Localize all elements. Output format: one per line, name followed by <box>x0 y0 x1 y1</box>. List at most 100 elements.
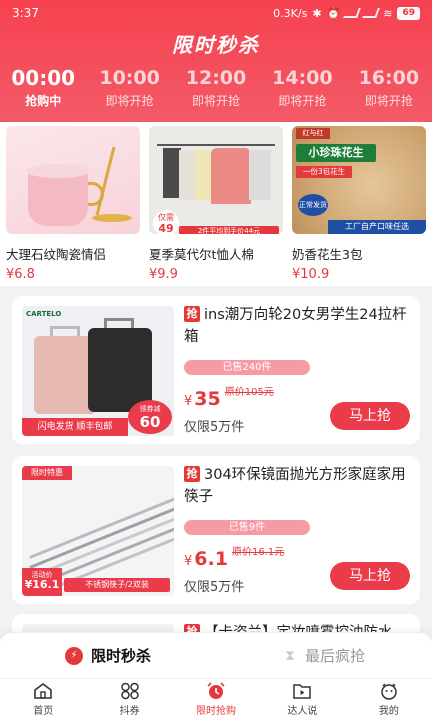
shipping-tag: 正常发货 <box>298 194 328 216</box>
slot-status: 即将开抢 <box>105 94 154 108</box>
slot-status: 抢购中 <box>25 94 62 108</box>
tab-last-rush[interactable]: ⧗ 最后疯抢 <box>216 633 432 678</box>
hourglass-icon: ⧗ <box>285 647 295 664</box>
coupon-value: 60 <box>139 413 161 431</box>
bottom-nav: 首页 抖券 限时抢购 达人说 我的 <box>0 678 432 720</box>
price-value: 6.1 <box>194 548 228 570</box>
brand-label: 红与红 <box>296 128 330 139</box>
battery-icon: 69 <box>397 6 420 20</box>
deal-card[interactable]: CARTELO 闪电发货 顺丰包邮 领券减 60 抢 ins潮万向轮20女男学生2… <box>12 296 420 444</box>
tab-label: 最后疯抢 <box>304 647 365 665</box>
nav-flash-buy[interactable]: 限时抢购 <box>173 679 259 720</box>
price-sticker-caption: 2件平均到手价44元 <box>179 226 279 234</box>
image-price: ¥16.1 <box>24 578 60 591</box>
featured-name: 大理石纹陶瓷情侣 <box>6 247 107 262</box>
slot-time: 00:00 <box>11 66 76 90</box>
nav-label: 限时抢购 <box>196 706 237 717</box>
status-icons: 0.3K/s ✱ ⏰ ≋ 69 <box>273 6 420 20</box>
original-price: 原价105元 <box>224 387 274 398</box>
featured-item[interactable]: 仅需 49 2件平均到手价44元 夏季莫代尔t恤人棉 ¥9.9 <box>149 126 283 286</box>
featured-price: ¥10.9 <box>292 267 330 282</box>
tshirt-image: 仅需 49 2件平均到手价44元 <box>149 126 283 234</box>
nav-coupons[interactable]: 抖券 <box>86 679 172 720</box>
corner-label: 限时特惠 <box>22 466 72 480</box>
qiang-badge: 抢 <box>184 306 200 322</box>
mug-image <box>6 126 140 234</box>
slot-time: 16:00 <box>358 67 420 89</box>
product-banner: 小珍珠花生 <box>296 144 376 162</box>
coupon-grid-icon <box>120 682 139 700</box>
featured-name: 奶香花生3包 <box>292 247 363 262</box>
peanut-image: 红与红 小珍珠花生 一份3包花生 正常发货 工厂自产口味任选 <box>292 126 426 234</box>
promo-label: 一份3包花生 <box>296 166 352 178</box>
image-caption: 不锈钢筷子/2双装 <box>64 578 170 592</box>
tab-flash-sale[interactable]: ⚡ 限时秒杀 <box>0 633 216 678</box>
signal-icon <box>343 8 362 18</box>
featured-item[interactable]: 大理石纹陶瓷情侣 ¥6.8 <box>6 126 140 286</box>
time-slot-1400[interactable]: 14:00 即将开抢 <box>259 66 345 109</box>
deal-price: ¥35 <box>184 388 221 410</box>
flash-icon: ⚡ <box>64 646 83 665</box>
time-slot-1200[interactable]: 12:00 即将开抢 <box>173 66 259 109</box>
tab-label: 限时秒杀 <box>90 647 151 665</box>
brand-logo: CARTELO <box>26 310 62 318</box>
nav-label: 达人说 <box>287 706 318 717</box>
sale-mode-tabs: ⚡ 限时秒杀 ⧗ 最后疯抢 <box>0 632 432 678</box>
sold-progress-bar: 已售9件 <box>184 520 310 535</box>
chopsticks-image: 限时特惠 活动价 ¥16.1 不锈钢筷子/2双装 <box>22 466 174 596</box>
nav-influencer[interactable]: 达人说 <box>259 679 345 720</box>
featured-price: ¥6.8 <box>6 267 35 282</box>
wifi-icon: ≋ <box>383 6 393 20</box>
price-sticker: 仅需 49 <box>153 210 179 234</box>
featured-name: 夏季莫代尔t恤人棉 <box>149 247 254 262</box>
nav-home[interactable]: 首页 <box>0 679 86 720</box>
deal-title: 抢 ins潮万向轮20女男学生24拉杆箱 <box>184 304 410 348</box>
deal-card[interactable]: 限时特惠 活动价 ¥16.1 不锈钢筷子/2双装 抢 304环保镜面抛光方形家庭家… <box>12 456 420 604</box>
alarm-icon: ⏰ <box>326 6 341 20</box>
nav-label: 抖券 <box>119 706 140 717</box>
qiang-badge: 抢 <box>184 466 200 482</box>
alarm-clock-icon <box>207 682 225 699</box>
featured-price: ¥9.9 <box>149 267 178 282</box>
deal-price: ¥6.1 <box>184 548 228 570</box>
status-time: 3:37 <box>12 6 39 20</box>
deal-title-text: ins潮万向轮20女男学生24拉杆箱 <box>184 307 407 345</box>
time-slot-tabs: 00:00 抢购中 10:00 即将开抢 12:00 即将开抢 14:00 即将… <box>0 66 432 109</box>
slot-time: 12:00 <box>185 67 247 89</box>
price-sticker-number: 49 <box>158 222 174 234</box>
nav-label: 我的 <box>378 706 399 717</box>
time-slot-1600[interactable]: 16:00 即将开抢 <box>346 66 432 109</box>
slot-status: 即将开抢 <box>278 94 327 108</box>
slot-status: 即将开抢 <box>364 94 413 108</box>
network-speed: 0.3K/s <box>273 6 308 20</box>
folder-play-icon <box>293 684 312 699</box>
currency-symbol: ¥ <box>184 554 193 569</box>
buy-now-button[interactable]: 马上抢 <box>330 402 410 430</box>
time-slot-0000[interactable]: 00:00 抢购中 <box>0 66 86 109</box>
nav-profile[interactable]: 我的 <box>346 679 432 720</box>
featured-products: 大理石纹陶瓷情侣 ¥6.8 仅需 49 2件平均到手价44元 夏季莫代尔t恤人棉… <box>0 122 432 286</box>
bluetooth-icon: ✱ <box>312 6 322 20</box>
original-price: 原价16.1元 <box>231 547 285 558</box>
slot-status: 即将开抢 <box>192 94 241 108</box>
image-strip: 工厂自产口味任选 <box>328 220 426 234</box>
slot-time: 10:00 <box>99 67 160 89</box>
status-bar: 3:37 0.3K/s ✱ ⏰ ≋ 69 <box>0 0 432 26</box>
page-title: 限时秒杀 <box>172 33 260 57</box>
featured-item[interactable]: 红与红 小珍珠花生 一份3包花生 正常发货 工厂自产口味任选 奶香花生3包 ¥1… <box>292 126 426 286</box>
flash-sale-header: 3:37 0.3K/s ✱ ⏰ ≋ 69 限时秒杀 00:00 抢购中 10:0… <box>0 0 432 122</box>
price-value: 35 <box>194 388 221 410</box>
home-icon <box>34 683 53 699</box>
sold-progress-bar: 已售240件 <box>184 360 310 375</box>
time-slot-1000[interactable]: 10:00 即将开抢 <box>86 66 172 109</box>
signal-2-icon <box>362 8 381 18</box>
image-price-badge: 活动价 ¥16.1 <box>22 568 62 596</box>
buy-now-button[interactable]: 马上抢 <box>330 562 410 590</box>
slot-time: 14:00 <box>272 67 333 89</box>
deal-title: 抢 304环保镜面抛光方形家庭家用筷子 <box>184 464 410 508</box>
profile-icon <box>381 683 397 700</box>
coupon-badge: 领券减 60 <box>128 400 172 434</box>
shipping-label: 闪电发货 顺丰包邮 <box>22 418 128 436</box>
nav-label: 首页 <box>33 706 54 717</box>
suitcase-image: CARTELO 闪电发货 顺丰包邮 领券减 60 <box>22 306 174 436</box>
